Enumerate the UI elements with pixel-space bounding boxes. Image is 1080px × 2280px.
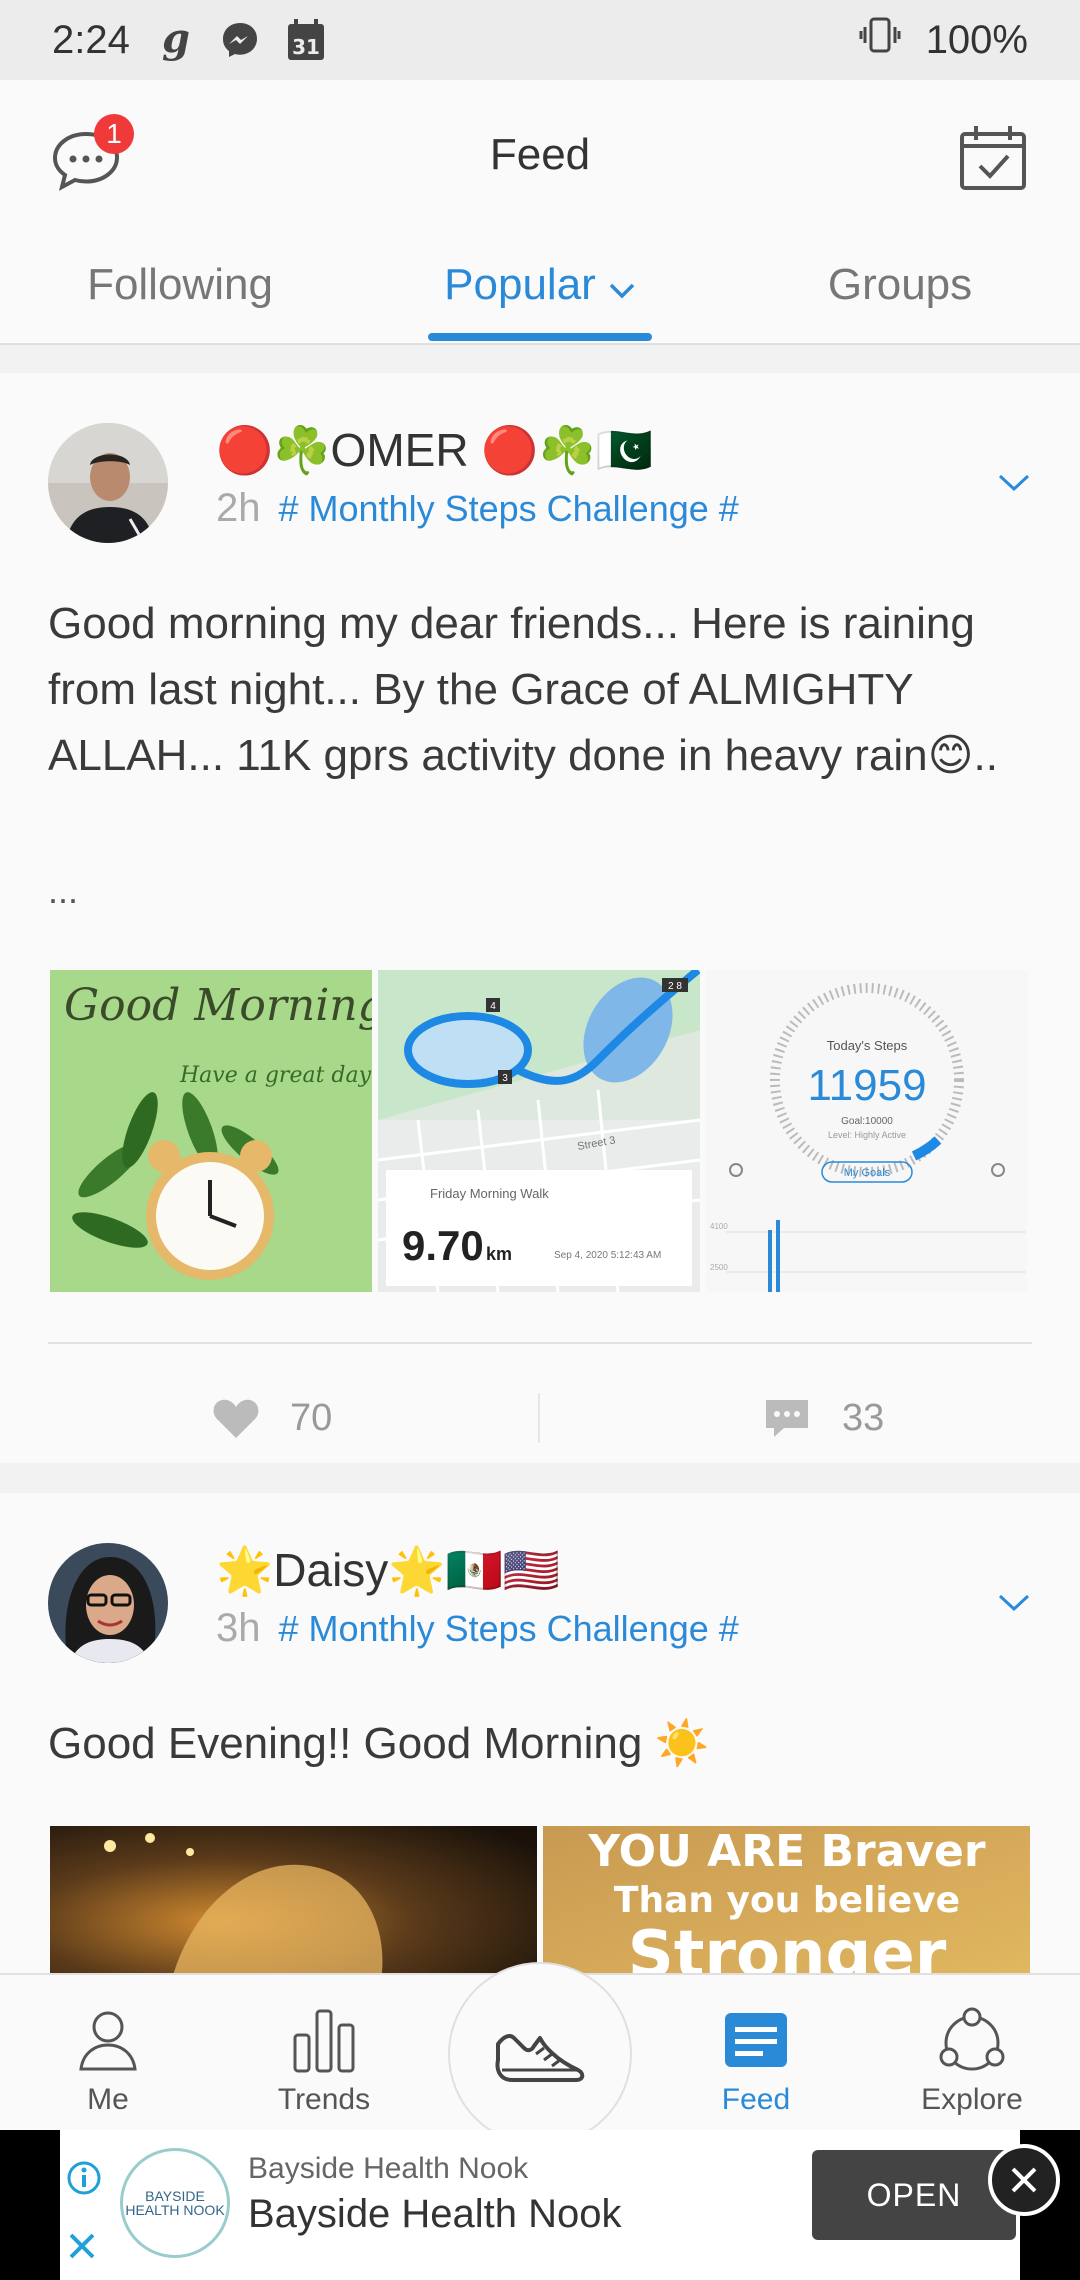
- svg-text:Have a great day: Have a great day: [179, 1063, 372, 1088]
- nav-explore[interactable]: Explore: [872, 1975, 1072, 2132]
- status-bar: 2:24 g 31 100%: [0, 0, 1080, 80]
- advertiser-logo: BAYSIDE HEALTH NOOK: [120, 2148, 230, 2258]
- svg-text:Good Morning: Good Morning: [64, 980, 372, 1031]
- heart-icon: [213, 1399, 259, 1438]
- like-count: 70: [290, 1396, 333, 1439]
- svg-text:Than you believe: Than you believe: [614, 1880, 960, 1921]
- active-tab-indicator: [428, 333, 652, 341]
- nav-feed[interactable]: Feed: [656, 1975, 856, 2132]
- ad-headline: Bayside Health Nook: [248, 2192, 622, 2236]
- chevron-down-icon: [608, 262, 636, 312]
- svg-text:9.70: 9.70: [402, 1222, 484, 1269]
- svg-text:Sep 4, 2020 5:12:43 AM: Sep 4, 2020 5:12:43 AM: [554, 1250, 661, 1261]
- person-icon: [73, 2005, 143, 2075]
- post-image-steps[interactable]: Today's Steps 11959 Goal:10000 Level: Hi…: [706, 970, 1028, 1292]
- post-time: 3h: [216, 1606, 261, 1650]
- like-button[interactable]: 70: [212, 1396, 332, 1440]
- ad-banner: BAYSIDE HEALTH NOOK Bayside Health Nook …: [0, 2130, 1080, 2280]
- messenger-icon: [220, 20, 260, 60]
- calendar-check-icon: [960, 126, 1026, 190]
- nav-trends[interactable]: Trends: [224, 1975, 424, 2132]
- sneaker-icon: [495, 2034, 585, 2082]
- tab-groups[interactable]: Groups: [720, 240, 1080, 345]
- svg-text:31: 31: [292, 35, 320, 59]
- tab-following[interactable]: Following: [0, 240, 360, 345]
- nav-trends-label: Trends: [277, 2083, 371, 2116]
- calendar-31-icon: 31: [286, 18, 326, 62]
- vibrate-icon: [858, 13, 902, 67]
- app-header: 1 Feed Following Popular Groups: [0, 80, 1080, 345]
- feed-post[interactable]: 🔴☘️OMER 🔴☘️🇵🇰 2h # Monthly Steps Challeng…: [0, 373, 1080, 1463]
- svg-text:Level: Highly Active: Level: Highly Active: [828, 1130, 906, 1140]
- post-image-portrait[interactable]: [50, 1826, 537, 1973]
- post-image-quote[interactable]: YOU ARE Braver Than you believe Stronger: [543, 1826, 1030, 1973]
- svg-text:Stronger: Stronger: [628, 1918, 947, 1973]
- read-more[interactable]: ...: [48, 870, 78, 912]
- nav-me-label: Me: [87, 2083, 129, 2116]
- post-meta: 3h # Monthly Steps Challenge #: [216, 1606, 739, 1651]
- svg-text:Friday Morning Walk: Friday Morning Walk: [430, 1186, 549, 1201]
- post-meta: 2h # Monthly Steps Challenge #: [216, 486, 739, 531]
- post-time: 2h: [216, 486, 261, 530]
- tab-popular[interactable]: Popular: [360, 240, 720, 345]
- calendar-check-button[interactable]: [956, 122, 1030, 196]
- chevron-down-icon: [998, 1594, 1030, 1612]
- ad-open-button[interactable]: OPEN: [812, 2150, 1016, 2240]
- svg-text:Goal:10000: Goal:10000: [841, 1116, 893, 1127]
- nav-me[interactable]: Me: [8, 1975, 208, 2132]
- svg-text:3: 3: [502, 1073, 508, 1084]
- svg-text:4: 4: [490, 1001, 496, 1012]
- clock: 2:24: [52, 17, 130, 62]
- ad-dismiss-button[interactable]: [988, 2144, 1060, 2216]
- close-icon: [1011, 2167, 1037, 2193]
- svg-text:11959: 11959: [807, 1061, 926, 1110]
- svg-text:My Goals: My Goals: [844, 1167, 891, 1179]
- battery-level: 100%: [925, 17, 1028, 62]
- nav-feed-label: Feed: [721, 2083, 791, 2116]
- action-separator: [538, 1393, 540, 1443]
- explore-icon: [937, 2005, 1007, 2075]
- post-text: Good morning my dear friends... Here is …: [48, 599, 998, 780]
- comment-icon: [766, 1400, 808, 1437]
- avatar[interactable]: [48, 423, 168, 543]
- svg-text:4100: 4100: [710, 1222, 728, 1231]
- svg-text:g: g: [162, 18, 190, 62]
- svg-text:YOU ARE Braver: YOU ARE Braver: [587, 1826, 986, 1877]
- ad-info-icon[interactable]: [66, 2160, 102, 2196]
- comment-button[interactable]: 33: [762, 1396, 884, 1440]
- post-options-button[interactable]: [996, 1591, 1032, 1615]
- post-options-button[interactable]: [996, 471, 1032, 495]
- page-title: Feed: [489, 130, 591, 179]
- nav-explore-label: Explore: [921, 2083, 1023, 2116]
- g-icon: g: [160, 18, 194, 62]
- svg-text:2500: 2500: [710, 1263, 728, 1272]
- ad-close-icon[interactable]: [66, 2230, 98, 2262]
- svg-text:Today's Steps: Today's Steps: [827, 1038, 908, 1053]
- post-image-walk-map[interactable]: 4 3 2 8 Street 3 Friday Morning Walk 9.7…: [378, 970, 700, 1292]
- start-workout-button[interactable]: [448, 1962, 632, 2146]
- advertiser-name: Bayside Health Nook: [248, 2152, 529, 2185]
- post-actions: 70 33: [0, 1373, 1080, 1463]
- post-image-good-morning[interactable]: Good Morning Have a great day: [50, 970, 372, 1292]
- hashtag-link[interactable]: # Monthly Steps Challenge #: [279, 488, 739, 529]
- svg-text:2 8: 2 8: [668, 981, 682, 992]
- post-text: Good Evening!! Good Morning ☀️: [48, 1719, 710, 1768]
- feed-icon: [721, 2005, 791, 2075]
- hashtag-link[interactable]: # Monthly Steps Challenge #: [279, 1608, 739, 1649]
- chevron-down-icon: [998, 474, 1030, 492]
- svg-text:km: km: [486, 1244, 512, 1264]
- ad-content[interactable]: BAYSIDE HEALTH NOOK Bayside Health Nook …: [60, 2130, 1060, 2280]
- bar-chart-icon: [289, 2005, 359, 2075]
- feed-tabs: Following Popular Groups: [0, 240, 1080, 345]
- post-author[interactable]: 🌟Daisy🌟🇲🇽🇺🇸: [216, 1543, 560, 1598]
- feed-post[interactable]: 🌟Daisy🌟🇲🇽🇺🇸 3h # Monthly Steps Challenge …: [0, 1493, 1080, 1973]
- comment-count: 33: [842, 1396, 885, 1439]
- avatar[interactable]: [48, 1543, 168, 1663]
- post-author[interactable]: 🔴☘️OMER 🔴☘️🇵🇰: [216, 423, 653, 478]
- post-divider: [48, 1342, 1032, 1344]
